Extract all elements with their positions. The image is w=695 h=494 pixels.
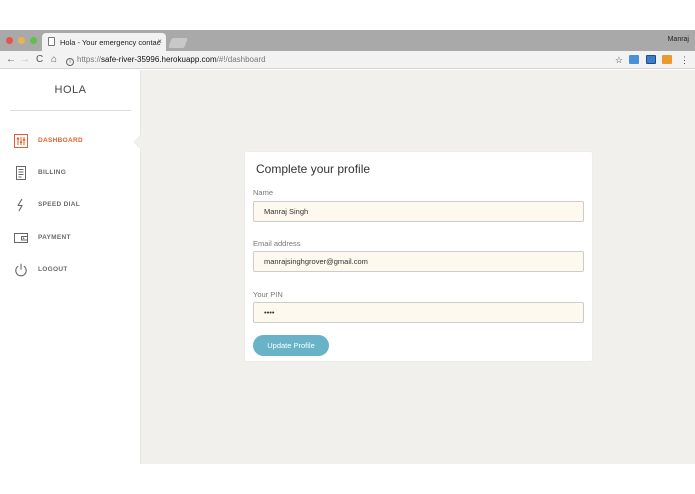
bookmark-star-icon[interactable]: ☆: [615, 55, 623, 65]
sidebar-item-dashboard[interactable]: DASHBOARD: [0, 131, 141, 153]
email-input[interactable]: [253, 251, 584, 272]
extension-icon[interactable]: [662, 55, 673, 64]
browser-tab-title: Hola - Your emergency contac: [60, 38, 161, 47]
extension-icon[interactable]: [629, 55, 640, 64]
power-icon: [15, 263, 27, 277]
sidebar-item-payment[interactable]: PAYMENT: [0, 228, 141, 250]
url-prefix: https://: [77, 55, 102, 64]
page-bottom: [0, 464, 695, 494]
active-indicator: [133, 134, 141, 150]
page-icon: [48, 37, 55, 46]
main-content: Complete your profile Name Email address…: [141, 70, 695, 464]
screen: Hola - Your emergency contac × Manraj ← …: [0, 0, 695, 494]
sidebar-item-label: PAYMENT: [38, 234, 71, 241]
lightning-icon: [17, 198, 23, 212]
email-label: Email address: [253, 239, 301, 248]
toolbar-actions: ☆ ⋮: [615, 54, 689, 66]
update-profile-button[interactable]: Update Profile: [253, 335, 329, 356]
pin-label: Your PIN: [253, 290, 283, 299]
extension-icon[interactable]: [645, 55, 656, 64]
browser-tab[interactable]: Hola - Your emergency contac ×: [42, 33, 166, 51]
sliders-icon: [14, 134, 28, 148]
forward-arrow-icon[interactable]: →: [20, 54, 30, 66]
url-host: safe-river-35996.herokuapp.com: [101, 55, 217, 64]
pin-input[interactable]: [253, 302, 584, 323]
brand-logo[interactable]: HOLA: [10, 84, 131, 96]
new-tab-button[interactable]: [168, 38, 188, 48]
sidebar-item-label: BILLING: [38, 169, 67, 176]
address-bar[interactable]: i https://safe-river-35996.herokuapp.com/…: [66, 54, 266, 66]
sidebar-item-speed-dial[interactable]: SPEED DIAL: [0, 195, 141, 217]
sidebar-item-logout[interactable]: LOGOUT: [0, 260, 141, 282]
sidebar-item-label: LOGOUT: [38, 266, 68, 273]
card-title: Complete your profile: [256, 162, 371, 176]
browser-user-name[interactable]: Manraj: [668, 36, 689, 43]
info-icon[interactable]: i: [66, 58, 74, 66]
browser-tab-strip: Hola - Your emergency contac × Manraj: [0, 30, 695, 51]
reload-icon[interactable]: C: [36, 54, 43, 66]
app-container: HOLA DASHBOARD BILLING SPEED DIAL PAYMEN…: [0, 70, 695, 464]
divider: [10, 110, 131, 111]
browser-toolbar: ← → C ⌂ i https://safe-river-35996.heroku…: [0, 51, 695, 69]
name-input[interactable]: [253, 201, 584, 222]
sidebar: HOLA DASHBOARD BILLING SPEED DIAL PAYMEN…: [0, 70, 141, 464]
menu-dots-icon[interactable]: ⋮: [680, 55, 689, 65]
back-arrow-icon[interactable]: ←: [6, 54, 16, 66]
window-close-button[interactable]: [6, 37, 13, 44]
sidebar-item-label: DASHBOARD: [38, 137, 83, 144]
sidebar-item-label: SPEED DIAL: [38, 201, 81, 208]
wallet-icon: [14, 233, 28, 243]
window-maximize-button[interactable]: [30, 37, 37, 44]
profile-card: Complete your profile Name Email address…: [245, 152, 592, 361]
receipt-icon: [16, 166, 26, 180]
name-label: Name: [253, 188, 274, 197]
window-minimize-button[interactable]: [18, 37, 25, 44]
tab-close-icon[interactable]: ×: [157, 37, 162, 46]
home-icon[interactable]: ⌂: [51, 54, 57, 66]
url-path: /#!/dashboard: [216, 55, 266, 64]
sidebar-item-billing[interactable]: BILLING: [0, 163, 141, 185]
